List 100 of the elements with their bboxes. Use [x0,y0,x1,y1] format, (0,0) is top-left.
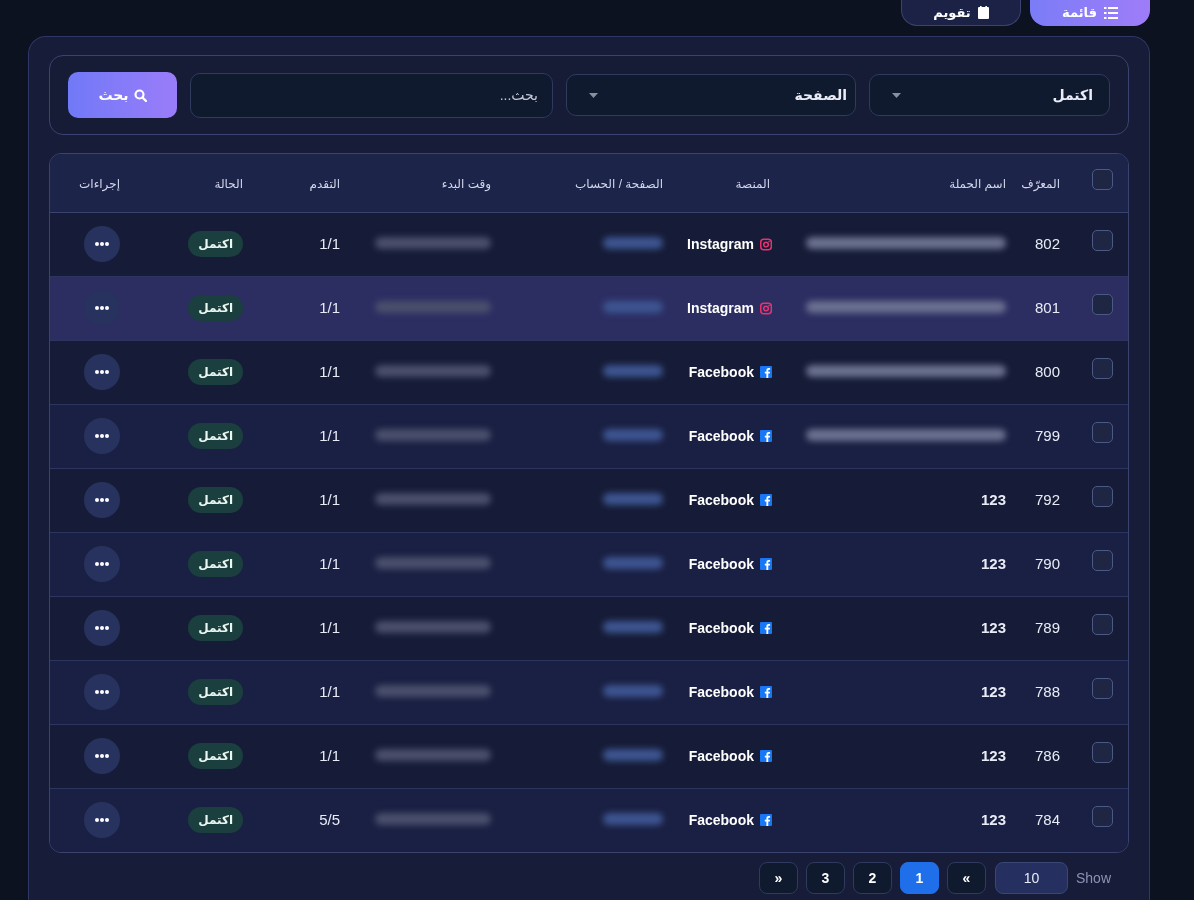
platform-name: Facebook [688,810,754,830]
facebook-logo-icon [760,686,772,698]
column-header: الصفحة / الحساب [574,176,663,191]
facebook-logo-icon [760,430,772,442]
checkbox[interactable] [1092,486,1113,507]
more-icon [95,626,109,630]
facebook-logo-icon [760,622,772,634]
status-badge: اكتمل [188,359,243,385]
status-badge: اكتمل [188,423,243,449]
more-button[interactable] [84,226,120,262]
progress-text: 1/1 [319,747,340,764]
checkbox[interactable] [1092,358,1113,379]
column-header: المعرّف [1021,176,1060,191]
platform-name: Facebook [688,682,754,702]
blurred-text [603,493,663,505]
campaign-name: 123 [980,555,1006,572]
campaign-id: 786 [1034,747,1060,764]
status-badge: اكتمل [188,743,243,769]
page-button[interactable]: 1 [899,862,939,894]
blurred-text [603,365,663,377]
campaign-name: 123 [980,811,1006,829]
platform-name: Instagram [687,234,754,254]
checkbox[interactable] [1092,806,1113,828]
platform-name: Facebook [688,426,754,446]
campaign-name: 123 [980,683,1006,700]
status-badge: اكتمل [188,807,243,834]
more-button[interactable] [84,290,120,326]
more-button[interactable] [84,738,120,774]
status-badge: اكتمل [188,551,243,577]
platform-name: Facebook [688,362,754,382]
search-icon [133,88,147,102]
status-badge: اكتمل [188,231,243,257]
more-button[interactable] [84,418,120,454]
more-button[interactable] [84,610,120,646]
show-label: Show [1075,868,1111,888]
search-field[interactable]: بحث... [190,72,553,118]
campaign-id: 799 [1034,427,1060,444]
more-button[interactable] [84,802,120,839]
calendar-icon [977,6,989,19]
status-dropdown[interactable]: اكتمل [869,74,1110,116]
platform-name: Facebook [688,554,754,574]
checkbox[interactable] [1092,422,1113,443]
page-button[interactable]: « [758,862,798,894]
campaign-id: 788 [1034,683,1060,700]
checkbox[interactable] [1092,294,1113,315]
more-icon [95,498,109,502]
blurred-text [603,237,663,249]
platform-name: Facebook [688,746,754,766]
checkbox[interactable] [1092,550,1113,571]
list-icon [1103,7,1118,19]
facebook-logo-icon [760,750,772,762]
campaign-id: 790 [1034,555,1060,572]
page-button[interactable]: 3 [805,862,845,894]
page-button[interactable]: » [946,862,986,894]
checkbox[interactable] [1092,614,1113,635]
blurred-text [603,813,663,826]
platform-name: Facebook [688,618,754,638]
more-button[interactable] [84,354,120,390]
blurred-text [603,749,663,761]
campaign-id: 801 [1034,299,1060,316]
more-icon [95,818,109,823]
more-button[interactable] [84,546,120,582]
page-dropdown[interactable]: الصفحة [566,74,856,116]
more-button[interactable] [84,482,120,518]
campaign-name: 123 [980,747,1006,764]
status-badge: اكتمل [188,487,243,513]
column-header: اسم الحملة [949,176,1006,191]
blurred-text [603,621,663,633]
blurred-text [603,429,663,441]
checkbox[interactable] [1092,168,1113,190]
page-button[interactable]: 2 [852,862,892,894]
more-button[interactable] [84,674,120,710]
more-icon [95,434,109,438]
more-icon [95,242,109,246]
column-header: الحالة [214,176,243,191]
platform-name: Facebook [688,490,754,510]
checkbox[interactable] [1092,230,1113,251]
page-size-dropdown[interactable]: 10 [994,862,1068,894]
campaign-name: 123 [980,619,1006,636]
caret-icon [892,92,901,98]
column-header: التقدم [309,176,340,191]
blurred-text [603,557,663,569]
campaign-id: 789 [1034,619,1060,636]
progress-text: 1/1 [319,427,340,444]
status-badge: اكتمل [188,295,243,321]
more-icon [95,690,109,694]
more-icon [95,370,109,374]
progress-text: 1/1 [319,555,340,572]
checkbox[interactable] [1092,742,1113,763]
campaign-id: 800 [1034,363,1060,380]
more-icon [95,562,109,566]
progress-text: 1/1 [319,683,340,700]
progress-text: 5/5 [319,811,340,829]
column-header: إجراءات [79,176,120,191]
calendar-view-button[interactable]: تقويم [901,0,1021,26]
instagram-logo-icon [759,301,772,315]
progress-text: 1/1 [319,619,340,636]
campaign-name: 123 [980,491,1006,508]
campaign-id: 792 [1034,491,1060,508]
checkbox[interactable] [1092,678,1113,699]
